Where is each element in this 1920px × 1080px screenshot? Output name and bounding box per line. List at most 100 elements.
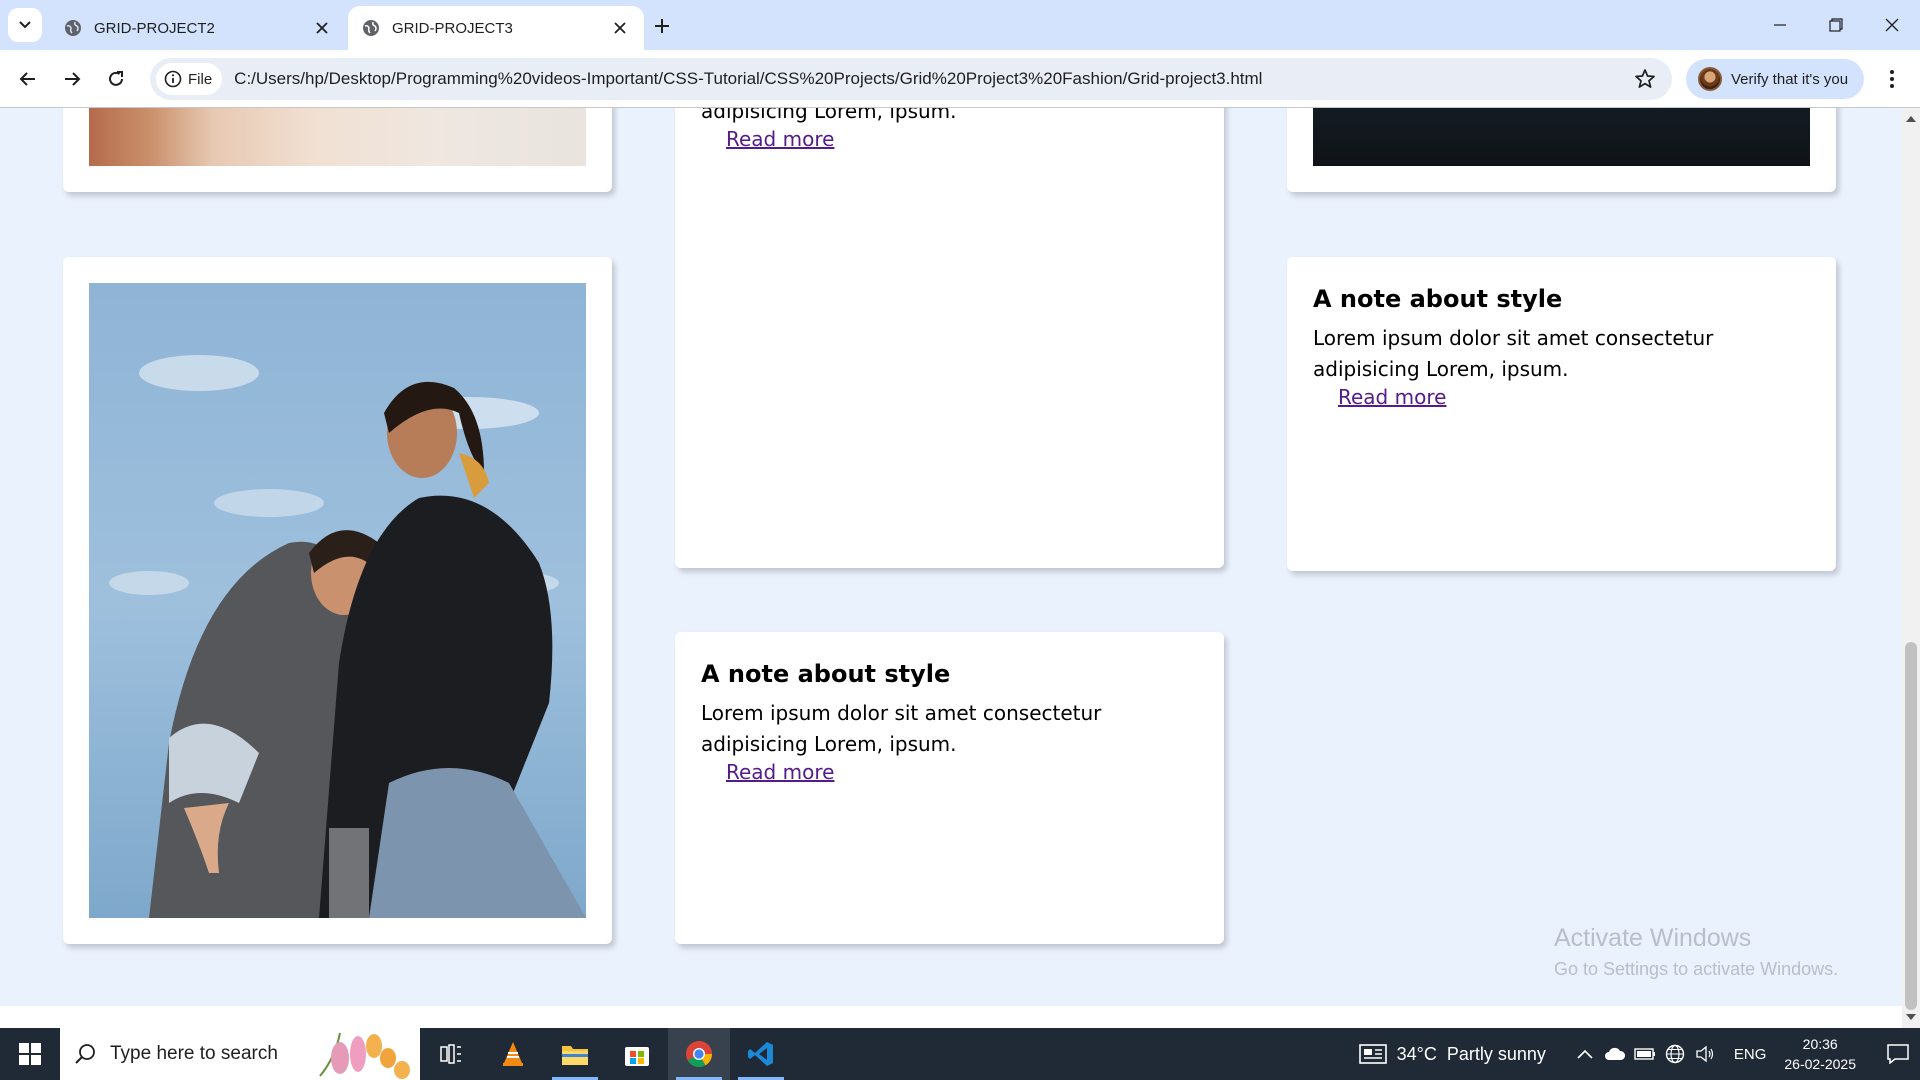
url-text[interactable]: C:/Users/hp/Desktop/Programming%20videos… [234, 69, 1262, 89]
watermark-subtitle: Go to Settings to activate Windows. [1554, 959, 1839, 979]
card-text: Lorem ipsum dolor sit amet consectetur a… [1313, 326, 1714, 381]
avatar [1698, 67, 1722, 91]
bookmark-star-icon[interactable] [1634, 68, 1656, 90]
card-text-bottom-middle: A note about style Lorem ipsum dolor sit… [675, 632, 1224, 944]
close-window-button[interactable] [1864, 0, 1920, 50]
file-explorer-icon [562, 1046, 588, 1065]
volume-tray-button[interactable] [1692, 1028, 1718, 1080]
minimize-icon [1774, 24, 1786, 26]
cloud-icon [1604, 1047, 1625, 1060]
speaker-icon [1696, 1045, 1713, 1063]
tab-grid-project2[interactable]: GRID-PROJECT2 [50, 6, 346, 50]
address-bar[interactable]: File C:/Users/hp/Desktop/Programming%20v… [150, 58, 1672, 100]
chrome-button[interactable] [668, 1028, 730, 1080]
tab-title: GRID-PROJECT2 [94, 19, 215, 37]
forward-button[interactable] [56, 63, 88, 95]
fashion-photo [1313, 108, 1810, 166]
battery-tray-button[interactable] [1632, 1028, 1658, 1080]
arrow-left-icon [19, 72, 35, 86]
profile-verify-button[interactable]: Verify that it's you [1686, 59, 1864, 99]
new-tab-button[interactable] [648, 12, 676, 40]
search-icon [75, 1044, 95, 1064]
clock-time: 20:36 [1802, 1036, 1838, 1052]
tab-search-button[interactable] [8, 8, 42, 42]
vscode-button[interactable] [730, 1028, 792, 1080]
card-image-top-right [1287, 108, 1836, 192]
plus-icon [655, 19, 669, 33]
browser-menu-button[interactable] [1876, 63, 1908, 95]
microsoft-store-button[interactable] [606, 1028, 668, 1080]
read-more-link[interactable]: Read more [726, 127, 834, 151]
fashion-photo [89, 283, 586, 918]
minimize-button[interactable] [1752, 0, 1808, 50]
close-icon[interactable] [610, 18, 630, 38]
search-placeholder: Type here to search [110, 1043, 278, 1064]
news-icon [1358, 1044, 1387, 1064]
vertical-scrollbar[interactable] [1902, 108, 1920, 1028]
windows-taskbar: Type here to search 34°C Partly sunny EN… [0, 1028, 1920, 1080]
reload-icon [109, 71, 123, 86]
arrow-right-icon [65, 72, 81, 86]
card-heading: A note about style [701, 660, 951, 688]
weather-condition: Partly sunny [1446, 1043, 1546, 1064]
taskbar-search-box[interactable]: Type here to search [60, 1028, 420, 1080]
scrollbar-thumb[interactable] [1905, 642, 1917, 1010]
globe-icon [363, 20, 379, 36]
vlc-button[interactable] [482, 1028, 544, 1080]
clock-date: 26-02-2025 [1784, 1056, 1856, 1072]
close-icon [1885, 18, 1899, 32]
card-text: adipisicing Lorem, ipsum. [701, 108, 957, 123]
reload-button[interactable] [100, 63, 132, 95]
read-more-link[interactable]: Read more [726, 760, 834, 784]
chrome-icon [686, 1041, 713, 1068]
input-language[interactable]: ENG [1734, 1046, 1767, 1063]
tab-title: GRID-PROJECT3 [392, 19, 513, 37]
chevron-down-icon [19, 21, 31, 29]
scroll-up-arrow-icon[interactable] [1906, 116, 1916, 122]
battery-icon [1634, 1048, 1655, 1060]
vscode-icon [748, 1042, 773, 1066]
close-icon[interactable] [312, 18, 332, 38]
globe-icon [1665, 1044, 1685, 1064]
chevron-up-icon [1577, 1049, 1593, 1059]
flowers-decoration-icon [319, 1032, 410, 1079]
site-info-chip[interactable]: File [156, 63, 223, 95]
notification-center-button[interactable] [1876, 1028, 1920, 1080]
back-button[interactable] [12, 63, 44, 95]
site-info-label: File [188, 70, 213, 88]
card-heading: A note about style [1313, 285, 1563, 313]
globe-icon [65, 20, 81, 36]
tab-grid-project3[interactable]: GRID-PROJECT3 [348, 6, 644, 50]
restore-icon [1829, 18, 1843, 32]
task-view-icon [440, 1044, 461, 1064]
notification-icon [1887, 1044, 1909, 1064]
fashion-photo [89, 108, 586, 166]
show-hidden-icons-button[interactable] [1572, 1028, 1598, 1080]
system-tray: 34°C Partly sunny ENG 20:36 26-02-2025 [1358, 1028, 1920, 1080]
vlc-icon [503, 1042, 523, 1066]
network-tray-button[interactable] [1662, 1028, 1688, 1080]
restore-button[interactable] [1808, 0, 1864, 50]
microsoft-store-icon [625, 1047, 649, 1066]
card-image-left [63, 257, 612, 944]
scroll-down-arrow-icon[interactable] [1906, 1014, 1916, 1020]
task-view-button[interactable] [420, 1028, 482, 1080]
onedrive-tray-button[interactable] [1602, 1028, 1628, 1080]
profile-verify-label: Verify that it's you [1731, 70, 1849, 88]
weather-widget[interactable]: 34°C Partly sunny [1358, 1043, 1546, 1065]
watermark-title: Activate Windows [1554, 924, 1752, 952]
browser-toolbar: File C:/Users/hp/Desktop/Programming%20v… [0, 50, 1920, 108]
card-image-top-left [63, 108, 612, 192]
weather-temperature: 34°C [1396, 1043, 1437, 1064]
page-bottom-strip [0, 1006, 1902, 1028]
activate-windows-watermark: Activate Windows Go to Settings to activ… [1554, 924, 1838, 980]
card-text-right: A note about style Lorem ipsum dolor sit… [1287, 257, 1836, 571]
start-button[interactable] [0, 1028, 60, 1080]
read-more-link[interactable]: Read more [1338, 385, 1446, 409]
window-controls [1752, 0, 1920, 50]
card-text: Lorem ipsum dolor sit amet consectetur a… [701, 701, 1102, 756]
windows-logo-icon [19, 1043, 41, 1065]
taskbar-clock[interactable]: 20:36 26-02-2025 [1784, 1034, 1856, 1074]
file-explorer-button[interactable] [544, 1028, 606, 1080]
kebab-menu-icon [1890, 70, 1894, 88]
